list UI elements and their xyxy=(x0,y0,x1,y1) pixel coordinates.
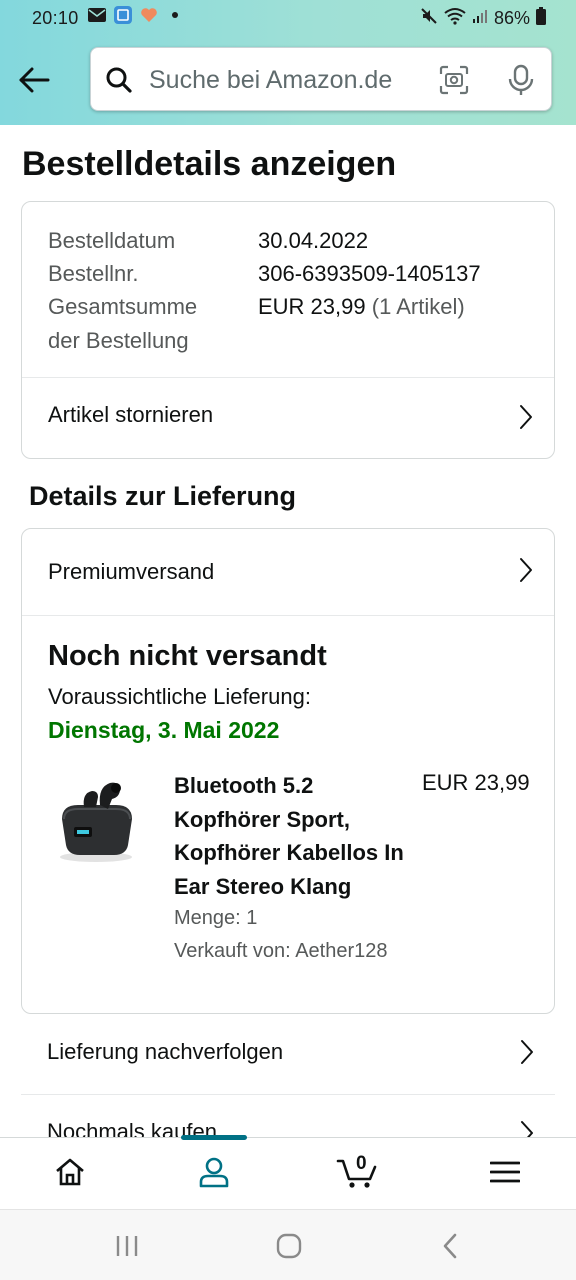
home-icon xyxy=(54,1157,86,1192)
status-time: 20:10 xyxy=(32,8,79,28)
nav-menu[interactable] xyxy=(465,1138,545,1210)
product-image[interactable] xyxy=(54,775,140,865)
recent-apps-icon[interactable] xyxy=(115,1234,139,1263)
buy-again-row[interactable]: Nochmals kaufen xyxy=(21,1095,555,1137)
track-delivery-row[interactable]: Lieferung nachverfolgen xyxy=(21,1014,555,1094)
shipping-method-label: Premiumversand xyxy=(48,559,215,584)
shipment-status: Noch nicht versandt xyxy=(48,640,327,672)
battery-level: 86% xyxy=(493,8,530,28)
app-notification-icon xyxy=(114,6,132,24)
cancel-item-label: Artikel stornieren xyxy=(48,402,214,427)
order-total-label-line2: der Bestellung xyxy=(48,328,189,353)
order-total-label-line1: Gesamtsumme xyxy=(48,294,198,319)
chevron-right-icon xyxy=(518,556,534,584)
camera-scan-icon[interactable] xyxy=(439,65,469,95)
app-header: 20:10 86% Suche bei Amazon.de xyxy=(0,0,576,125)
search-input[interactable]: Suche bei Amazon.de xyxy=(149,66,392,95)
wifi-icon xyxy=(444,7,466,30)
chevron-right-icon xyxy=(519,1119,535,1137)
hamburger-menu-icon xyxy=(489,1160,521,1189)
search-icon xyxy=(105,66,133,94)
back-arrow-icon[interactable] xyxy=(16,62,52,98)
chevron-right-icon xyxy=(518,403,534,431)
product-quantity: Menge: 1 xyxy=(174,907,258,929)
nav-account[interactable] xyxy=(174,1138,254,1210)
home-button-icon[interactable] xyxy=(275,1232,303,1265)
microphone-icon[interactable] xyxy=(507,64,535,96)
track-delivery-label: Lieferung nachverfolgen xyxy=(47,1039,284,1064)
dot-icon xyxy=(166,7,184,23)
mute-icon xyxy=(420,7,438,30)
order-number-value: 306-6393509-1405137 xyxy=(258,261,481,286)
order-summary-card: Bestelldatum 30.04.2022 Bestellnr. 306-6… xyxy=(21,201,555,459)
delivery-section-title: Details zur Lieferung xyxy=(29,481,297,511)
order-total-value: EUR 23,99 (1 Artikel) xyxy=(258,294,465,320)
order-total-items: (1 Artikel) xyxy=(371,294,465,319)
bottom-navigation: 0 xyxy=(0,1135,576,1210)
battery-icon xyxy=(536,7,546,30)
notification-icons xyxy=(88,6,184,24)
order-date-label: Bestelldatum xyxy=(48,228,176,253)
status-right: 86% xyxy=(420,7,546,30)
mail-icon xyxy=(88,7,106,23)
health-icon xyxy=(140,7,158,23)
shipping-method-row[interactable]: Premiumversand xyxy=(22,529,554,615)
person-icon xyxy=(198,1156,230,1193)
divider xyxy=(22,615,554,616)
search-bar[interactable]: Suche bei Amazon.de xyxy=(90,47,552,111)
order-total-amount: EUR 23,99 xyxy=(258,294,366,319)
cart-count-badge: 0 xyxy=(356,1153,367,1174)
product-title-link[interactable]: Bluetooth 5.2 Kopfhörer Sport, Kopfhörer… xyxy=(174,769,414,903)
delivery-card: Premiumversand Noch nicht versandt Vorau… xyxy=(21,528,555,1014)
eta-label: Voraussichtliche Lieferung: xyxy=(48,684,311,709)
status-bar: 20:10 86% xyxy=(0,0,576,36)
cancel-item-row[interactable]: Artikel stornieren xyxy=(22,378,554,459)
chevron-right-icon xyxy=(519,1038,535,1066)
back-button-icon[interactable] xyxy=(440,1232,460,1265)
order-date-value: 30.04.2022 xyxy=(258,228,369,253)
product-seller: Verkauft von: Aether128 xyxy=(174,940,388,962)
order-number-label: Bestellnr. xyxy=(48,261,139,286)
page-title: Bestelldetails anzeigen xyxy=(22,145,397,183)
nav-home[interactable] xyxy=(30,1138,110,1210)
signal-icon xyxy=(472,8,488,29)
eta-date: Dienstag, 3. Mai 2022 xyxy=(48,717,280,743)
system-navigation-bar xyxy=(0,1209,576,1280)
product-price: EUR 23,99 xyxy=(422,770,530,795)
